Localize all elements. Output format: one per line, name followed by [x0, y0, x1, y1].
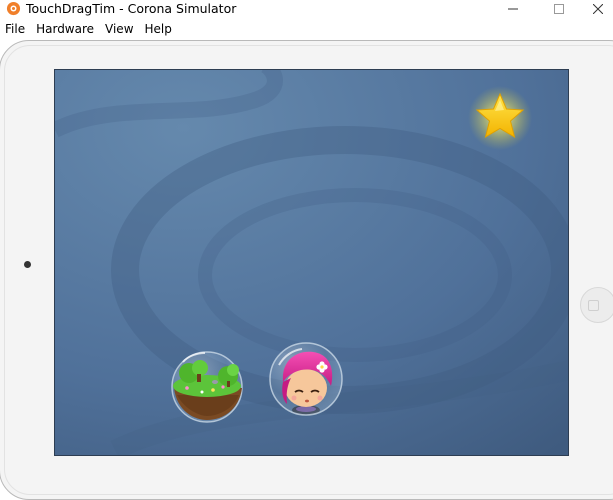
menu-file[interactable]: File: [0, 19, 32, 40]
menu-help[interactable]: Help: [141, 19, 179, 40]
star-sprite[interactable]: [468, 86, 532, 150]
home-button-icon: [587, 299, 599, 311]
close-button[interactable]: [582, 0, 613, 18]
simulator-screen[interactable]: [54, 69, 569, 456]
tim-bubble-sprite[interactable]: [269, 342, 343, 416]
camera-dot: [24, 261, 31, 268]
title-bar: TouchDragTim - Corona Simulator: [0, 0, 613, 18]
minimize-icon: [508, 8, 518, 10]
corona-icon: [6, 1, 21, 16]
island-bubble-sprite[interactable]: [171, 351, 243, 423]
window-title: TouchDragTim - Corona Simulator: [26, 1, 237, 16]
close-icon: [592, 4, 603, 14]
menu-hardware[interactable]: Hardware: [32, 19, 101, 40]
game-canvas: [55, 70, 568, 455]
menu-bar: File Hardware View Help: [0, 19, 613, 40]
maximize-button[interactable]: [536, 0, 582, 18]
menu-view[interactable]: View: [101, 19, 140, 40]
home-button[interactable]: [580, 287, 613, 323]
minimize-button[interactable]: [490, 0, 536, 18]
maximize-icon: [554, 4, 564, 14]
